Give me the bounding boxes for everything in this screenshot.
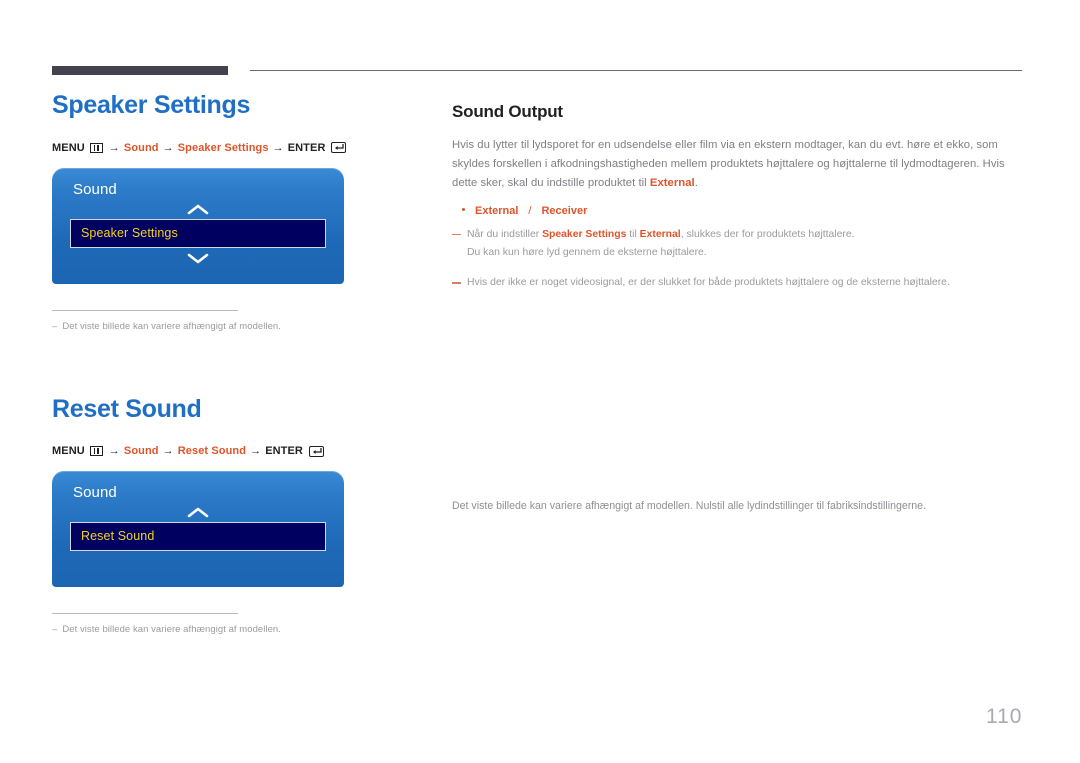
enter-label: ENTER (287, 141, 326, 154)
top-rule (52, 66, 1022, 76)
footnote-dash: – (52, 624, 58, 635)
note-no-video-signal: Hvis der ikke er noget videosignal, er d… (452, 275, 1024, 292)
menu-bars-icon (89, 142, 103, 153)
note-subline-external-audio: Du kan kun høre lyd gennem de eksterne h… (467, 246, 707, 258)
path-arrow-2: → (162, 445, 174, 457)
top-rule-thin-segment (250, 70, 1022, 71)
menu-label: MENU (52, 445, 85, 457)
footnote-speaker-settings: – Det viste billede kan variere afhængig… (52, 321, 412, 332)
osd-selected-row-reset-sound[interactable]: Reset Sound (70, 522, 326, 551)
path-arrow-2: → (162, 141, 174, 154)
menu-path-speaker-settings: MENU → Sound → Speaker Settings → ENTER (52, 142, 412, 154)
note-dash-icon (452, 282, 461, 284)
chevron-up-icon[interactable] (70, 203, 326, 219)
footnote-text: Det viste billede kan variere afhængigt … (62, 320, 281, 332)
footnote-rule-2 (52, 613, 238, 614)
reset-sound-description: Det viste billede kan variere afhængigt … (452, 499, 927, 512)
page-title-reset-sound: Reset Sound (52, 394, 202, 423)
note-part2: til (626, 228, 640, 240)
path-arrow-1: → (108, 445, 120, 457)
osd-selected-row-speaker-settings[interactable]: Speaker Settings (70, 218, 326, 248)
footnote-rule-1 (52, 309, 238, 311)
note-part1: Når du indstiller (467, 228, 543, 240)
osd-empty-space (70, 551, 326, 571)
bullet-dot-icon (462, 207, 465, 211)
menu-path-step-reset-sound: Reset Sound (177, 445, 247, 457)
enter-label: ENTER (265, 445, 303, 457)
subsection-title-sound-output: Sound Output (452, 102, 563, 121)
option-separator: / (528, 204, 532, 217)
footnote-dash: – (52, 320, 58, 332)
path-arrow-3: → (250, 445, 262, 457)
footnote-text: Det viste billede kan variere afhængigt … (62, 624, 281, 635)
page-title-speaker-settings: Speaker Settings (52, 91, 251, 119)
osd-panel-reset-sound: Sound Reset Sound (52, 471, 344, 587)
menu-path-step-sound: Sound (123, 445, 159, 457)
top-rule-thick-segment (52, 66, 228, 75)
osd-title-sound: Sound (73, 484, 117, 501)
osd-panel-speaker-settings: Sound Speaker Settings (52, 167, 344, 284)
left-column: Speaker Settings MENU → Sound → Speaker … (52, 91, 412, 635)
menu-bars-icon (89, 446, 103, 456)
chevron-down-icon[interactable] (70, 252, 326, 268)
path-arrow-3: → (272, 141, 284, 154)
option-bullet-external-receiver: External / Receiver (462, 205, 1024, 217)
sound-output-paragraph: Hvis du lytter til lydsporet for en udse… (452, 136, 1024, 193)
footnote-reset-sound: – Det viste billede kan variere afhængig… (52, 624, 412, 635)
note-body: Hvis der ikke er noget videosignal, er d… (467, 277, 950, 289)
page-number: 110 (986, 705, 1023, 728)
section-reset-sound: Reset Sound MENU → Sound → Reset Sound →… (52, 394, 412, 635)
chevron-up-icon[interactable] (70, 506, 326, 522)
osd-title-sound: Sound (73, 180, 117, 198)
enter-return-icon (308, 445, 324, 457)
option-receiver: Receiver (541, 204, 588, 217)
note-dash-icon (452, 233, 461, 236)
note-body: Når du indstiller Speaker Settings til E… (467, 227, 855, 244)
note-part3: , slukkes der for produktets højttalere. (680, 228, 855, 240)
enter-return-icon (331, 142, 347, 153)
note-highlight-speaker-settings: Speaker Settings (542, 228, 627, 240)
note-highlight-external: External (639, 228, 681, 240)
menu-path-step-speaker-settings: Speaker Settings (177, 141, 269, 154)
note-external-speakers: Når du indstiller Speaker Settings til E… (452, 227, 1024, 244)
right-column: Sound Output Hvis du lytter til lydspore… (452, 92, 1024, 525)
menu-path-step-sound: Sound (123, 141, 159, 154)
section-speaker-settings: Speaker Settings MENU → Sound → Speaker … (52, 91, 412, 332)
menu-path-reset-sound: MENU → Sound → Reset Sound → ENTER (52, 445, 412, 457)
option-external: External (475, 204, 519, 217)
paragraph-text-part1: Hvis du lytter til lydsporet for en udse… (452, 139, 1005, 189)
paragraph-text-part2: . (694, 176, 698, 189)
paragraph-highlight-external: External (649, 176, 695, 189)
menu-label: MENU (52, 141, 85, 154)
path-arrow-1: → (108, 141, 120, 154)
